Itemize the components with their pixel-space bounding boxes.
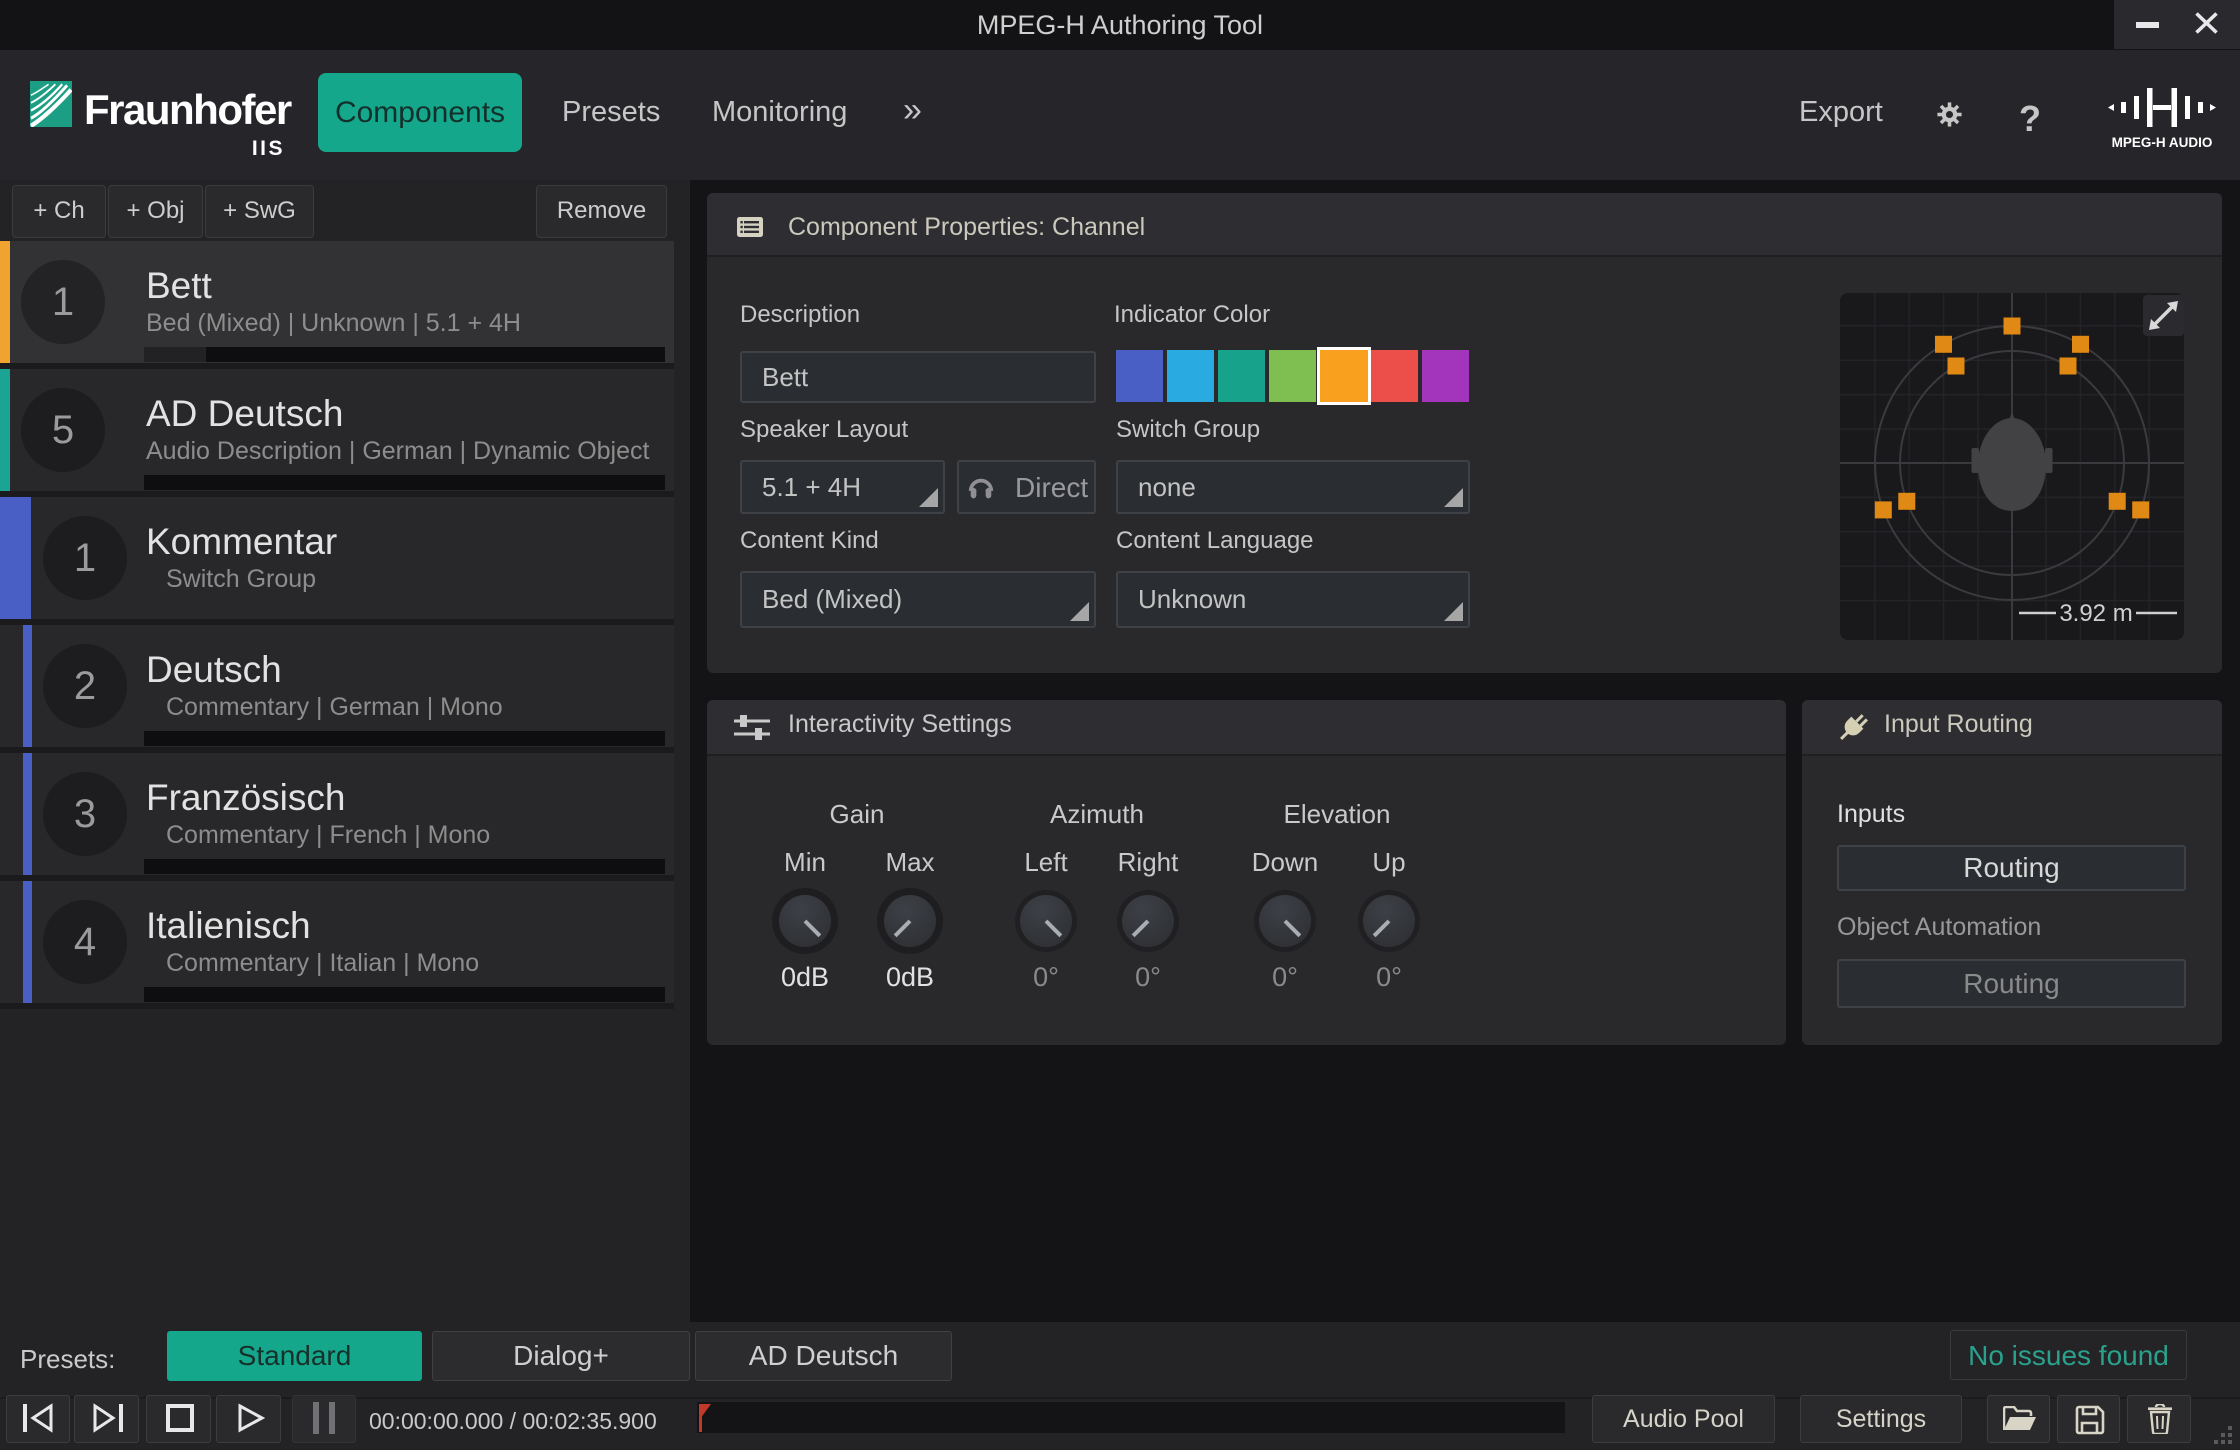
svg-text:3.92 m: 3.92 m [2059, 600, 2132, 627]
svg-text:MPEG-H AUDIO: MPEG-H AUDIO [2112, 135, 2213, 150]
